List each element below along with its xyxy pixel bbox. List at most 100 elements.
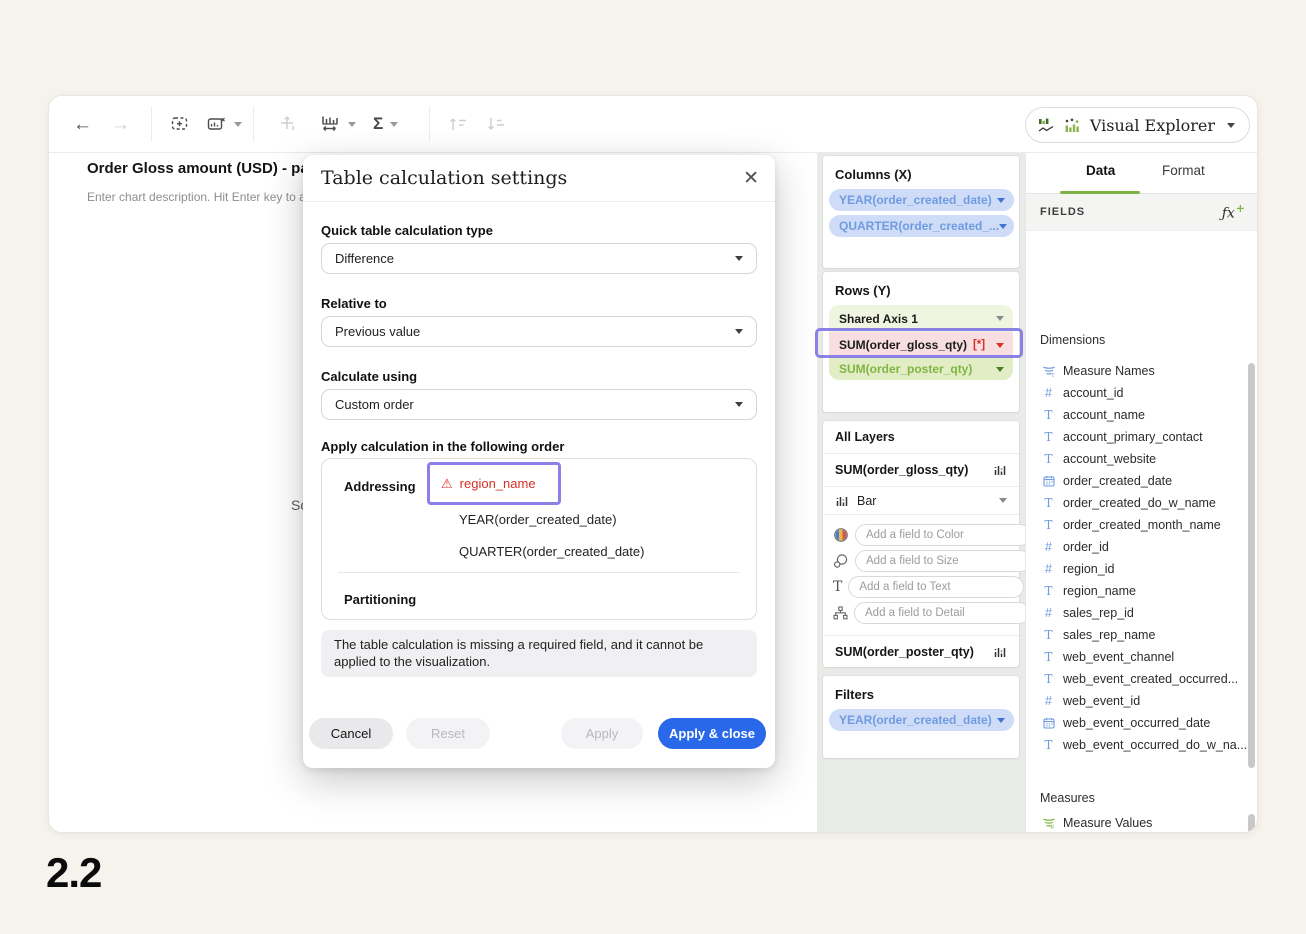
layer-label: SUM(order_poster_qty): [835, 645, 974, 659]
mark-type-select[interactable]: Bar: [823, 487, 1019, 515]
text-icon[interactable]: T: [833, 579, 842, 595]
field-web-event-occurred-date[interactable]: web_event_occurred_date: [1026, 712, 1245, 734]
text-field-icon: T: [1041, 738, 1056, 752]
tab-data[interactable]: Data: [1086, 163, 1115, 178]
field-web-event-occurred-do-w-na[interactable]: Tweb_event_occurred_do_w_na...: [1026, 734, 1245, 756]
add-field-to-size-input[interactable]: [855, 550, 1031, 572]
detail-icon[interactable]: [833, 606, 848, 620]
field-account-name[interactable]: Taccount_name: [1026, 404, 1245, 426]
sort-ascending-icon[interactable]: [447, 110, 469, 138]
chevron-down-icon: [999, 224, 1007, 229]
chart-title[interactable]: Order Gloss amount (USD) - pane: [87, 160, 326, 177]
field-account-website[interactable]: Taccount_website: [1026, 448, 1245, 470]
pill-filter-year-order-created-date[interactable]: YEAR(order_created_date): [829, 709, 1014, 731]
chevron-down-icon: [735, 256, 743, 261]
tab-format[interactable]: Format: [1162, 163, 1205, 178]
relative-to-select[interactable]: Previous value: [321, 316, 757, 347]
mark-type-value: Bar: [857, 494, 876, 508]
calculate-using-label: Calculate using: [321, 369, 417, 384]
field-order-created-do-w-name[interactable]: Torder_created_do_w_name: [1026, 492, 1245, 514]
select-value: Custom order: [335, 397, 414, 412]
addressing-item-quarter[interactable]: QUARTER(order_created_date): [459, 544, 644, 559]
apply-order-label: Apply calculation in the following order: [321, 439, 564, 454]
sort-descending-icon[interactable]: [485, 110, 507, 138]
pill-label: SUM(order_gloss_qty): [839, 338, 967, 352]
pill-year-order-created-date[interactable]: YEAR(order_created_date): [829, 189, 1014, 211]
pill-sum-order-poster-qty[interactable]: SUM(order_poster_qty): [829, 358, 1013, 380]
svg-text:T: T: [1051, 373, 1055, 377]
addressing-label: Addressing: [344, 479, 416, 494]
color-icon[interactable]: [833, 527, 849, 543]
field-sales-rep-id[interactable]: #sales_rep_id: [1026, 602, 1245, 624]
field-web-event-channel[interactable]: Tweb_event_channel: [1026, 646, 1245, 668]
layer-sum-order-gloss-qty[interactable]: SUM(order_gloss_qty): [823, 454, 1019, 487]
measures-label: Measures: [1040, 791, 1095, 805]
rows-shelf-title: Rows (Y): [823, 272, 1019, 305]
field-web-event-created-occurred[interactable]: Tweb_event_created_occurred...: [1026, 668, 1245, 690]
calculate-using-select[interactable]: Custom order: [321, 389, 757, 420]
aggregate-sigma-icon[interactable]: Σ: [373, 110, 398, 138]
add-field-to-detail-input[interactable]: [854, 602, 1030, 624]
layer-sum-order-poster-qty[interactable]: SUM(order_poster_qty): [823, 635, 1019, 668]
apply-and-close-button[interactable]: Apply & close: [658, 718, 766, 749]
pill-label: YEAR(order_created_date): [839, 193, 992, 207]
chevron-down-icon: [996, 367, 1004, 372]
pill-sum-order-gloss-qty[interactable]: SUM(order_gloss_qty) [*]: [829, 332, 1013, 358]
toolbar: ← → Σ: [49, 96, 1257, 153]
quick-calc-type-select[interactable]: Difference: [321, 243, 757, 274]
field-web-event-id[interactable]: #web_event_id: [1026, 690, 1245, 712]
app-switcher[interactable]: Visual Explorer: [1025, 107, 1250, 143]
addressing-item-year[interactable]: YEAR(order_created_date): [459, 512, 617, 527]
number-icon: #: [1041, 386, 1056, 400]
dimensions-scrollbar[interactable]: [1248, 363, 1255, 768]
forward-arrow-icon[interactable]: →: [111, 110, 130, 138]
chevron-down-icon: [735, 402, 743, 407]
size-icon[interactable]: [833, 553, 849, 569]
chevron-down-icon: [996, 343, 1004, 348]
field-account-id[interactable]: #account_id: [1026, 382, 1245, 404]
measures-scrollbar[interactable]: [1248, 814, 1255, 833]
remove-chart-icon[interactable]: [207, 110, 242, 138]
field-order-created-date[interactable]: order_created_date: [1026, 470, 1245, 492]
bar-viz-icon: [993, 646, 1007, 658]
encoding-size: [833, 548, 1009, 574]
apply-button[interactable]: Apply: [561, 718, 643, 749]
text-field-icon: T: [1041, 672, 1056, 686]
svg-text:#: #: [1050, 824, 1054, 829]
field-region-name[interactable]: Tregion_name: [1026, 580, 1245, 602]
field-account-primary-contact[interactable]: Taccount_primary_contact: [1026, 426, 1245, 448]
field-measure-names[interactable]: TMeasure Names: [1026, 360, 1245, 382]
cancel-button[interactable]: Cancel: [309, 718, 393, 749]
missing-field-warning: The table calculation is missing a requi…: [321, 630, 757, 677]
swap-axes-icon[interactable]: [279, 110, 299, 138]
modal-header: Table calculation settings ✕: [303, 155, 775, 202]
bar-width-icon[interactable]: [321, 110, 356, 138]
close-icon[interactable]: ✕: [743, 169, 759, 188]
encodings: T: [823, 515, 1019, 635]
add-field-to-color-input[interactable]: [855, 524, 1031, 546]
shared-axis-label: Shared Axis 1: [839, 312, 918, 326]
text-field-icon: T: [1041, 650, 1056, 664]
number-icon: #: [1041, 606, 1056, 620]
add-panel-icon[interactable]: [171, 110, 191, 138]
pill-label: QUARTER(order_created_...: [839, 219, 999, 233]
measures-list: #Measure Values #account_lat #account_lo…: [1026, 812, 1245, 832]
field-order-created-month-name[interactable]: Torder_created_month_name: [1026, 514, 1245, 536]
encoding-color: [833, 522, 1009, 548]
addressing-item-region-name[interactable]: ⚠ region_name: [427, 462, 561, 505]
dimensions-label: Dimensions: [1040, 333, 1105, 347]
field-measure-values[interactable]: #Measure Values: [1026, 812, 1245, 832]
field-order-id[interactable]: #order_id: [1026, 536, 1245, 558]
chart-description[interactable]: Enter chart description. Hit Enter key t…: [87, 190, 312, 204]
shared-axis-header[interactable]: Shared Axis 1: [829, 305, 1013, 332]
field-sales-rep-name[interactable]: Tsales_rep_name: [1026, 624, 1245, 646]
field-region-id[interactable]: #region_id: [1026, 558, 1245, 580]
panel-tabs: Data Format: [1026, 153, 1258, 194]
toolbar-divider: [253, 106, 254, 142]
add-field-to-text-input[interactable]: [848, 576, 1024, 598]
back-arrow-icon[interactable]: ←: [73, 110, 92, 138]
pill-quarter-order-created-date[interactable]: QUARTER(order_created_...: [829, 215, 1014, 237]
text-field-icon: T: [1041, 496, 1056, 510]
reset-button[interactable]: Reset: [406, 718, 490, 749]
add-calculation-icon[interactable]: ƒx+: [1222, 202, 1245, 222]
